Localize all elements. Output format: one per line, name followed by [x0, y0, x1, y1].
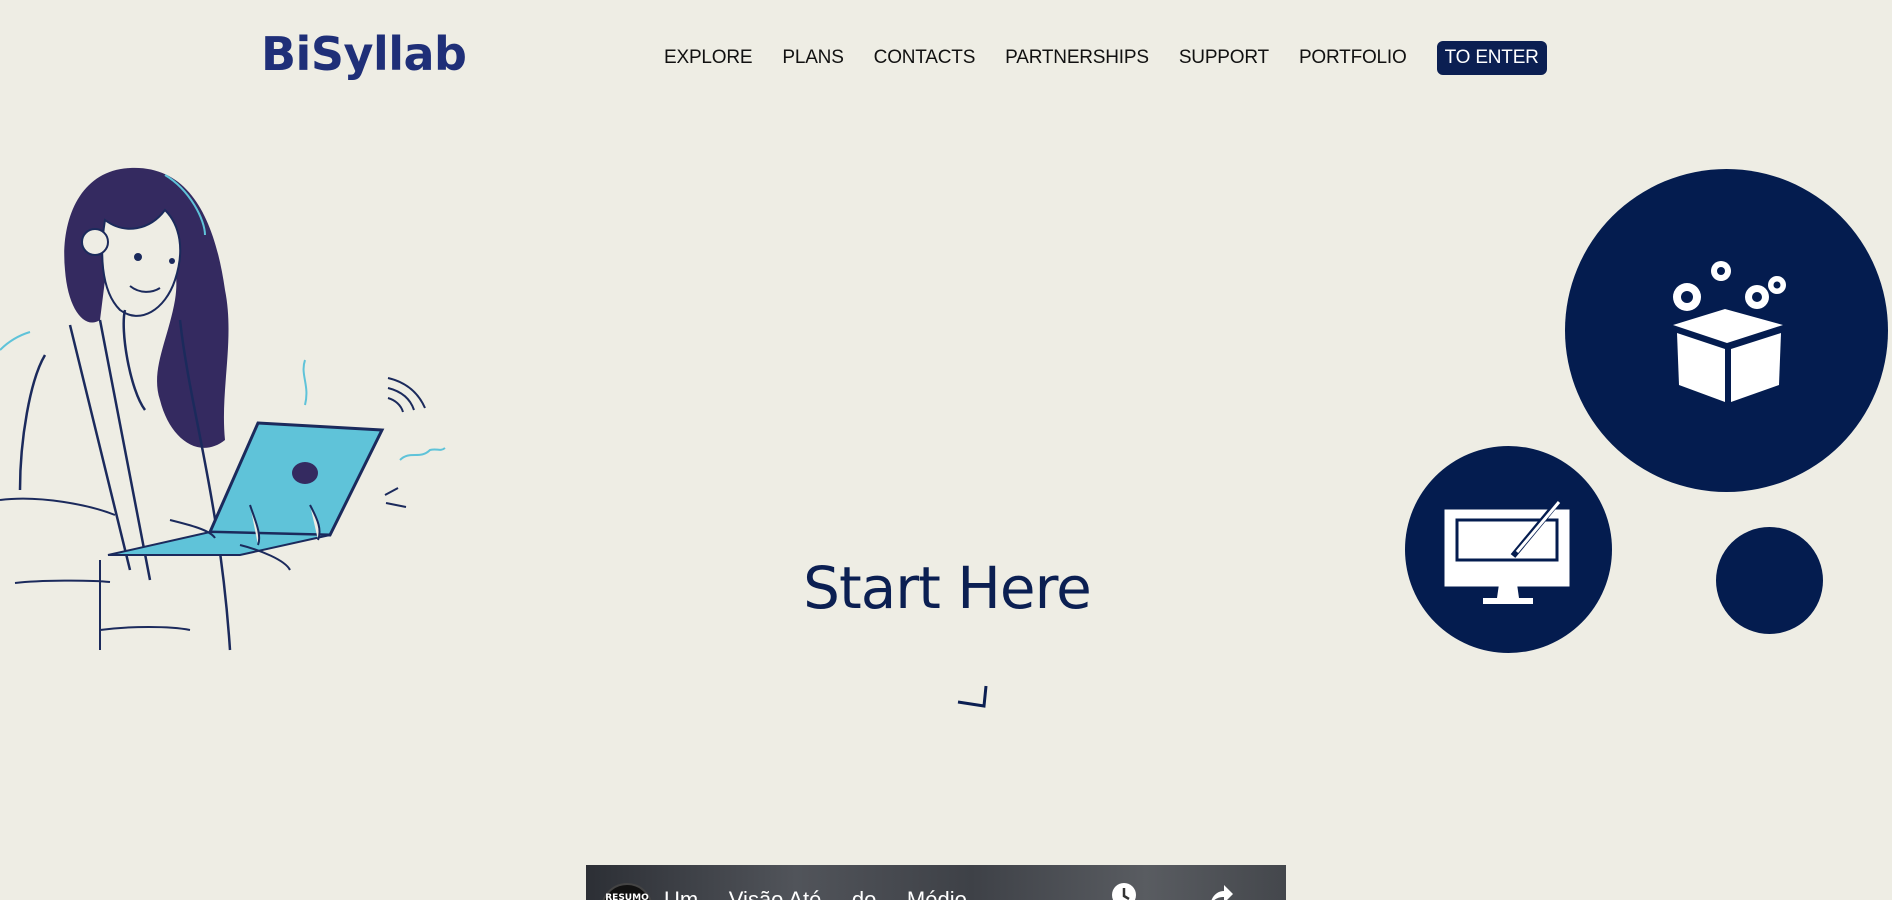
watch-later-icon[interactable] — [1110, 881, 1138, 900]
nav-partnerships[interactable]: PARTNERSHIPS — [1005, 47, 1149, 69]
woman-with-laptop-illustration — [0, 167, 446, 651]
package-gears-circle — [1565, 169, 1888, 492]
video-title[interactable]: Um ... Visão Até ... do ... Médio ... — [664, 887, 991, 900]
scroll-down-icon[interactable] — [954, 682, 988, 712]
video-embed[interactable]: RESUMO Um ... Visão Até ... do ... Médio… — [586, 865, 1286, 900]
package-gears-icon — [1673, 261, 1786, 402]
enter-button[interactable]: TO ENTER — [1436, 41, 1547, 75]
hero-title: Start Here — [803, 554, 1092, 622]
nav-contacts[interactable]: CONTACTS — [874, 47, 976, 69]
main-nav: EXPLORE PLANS CONTACTS PARTNERSHIPS SUPP… — [664, 38, 1547, 78]
brand-logo[interactable]: BiSyllab — [261, 26, 467, 82]
decorative-circle — [1716, 527, 1823, 634]
share-icon[interactable] — [1206, 881, 1234, 900]
nav-explore[interactable]: EXPLORE — [664, 47, 753, 69]
nav-support[interactable]: SUPPORT — [1179, 47, 1269, 69]
monitor-brush-circle — [1405, 446, 1612, 653]
nav-plans[interactable]: PLANS — [782, 47, 844, 69]
monitor-brush-icon — [1444, 496, 1570, 604]
nav-portfolio[interactable]: PORTFOLIO — [1299, 47, 1407, 69]
